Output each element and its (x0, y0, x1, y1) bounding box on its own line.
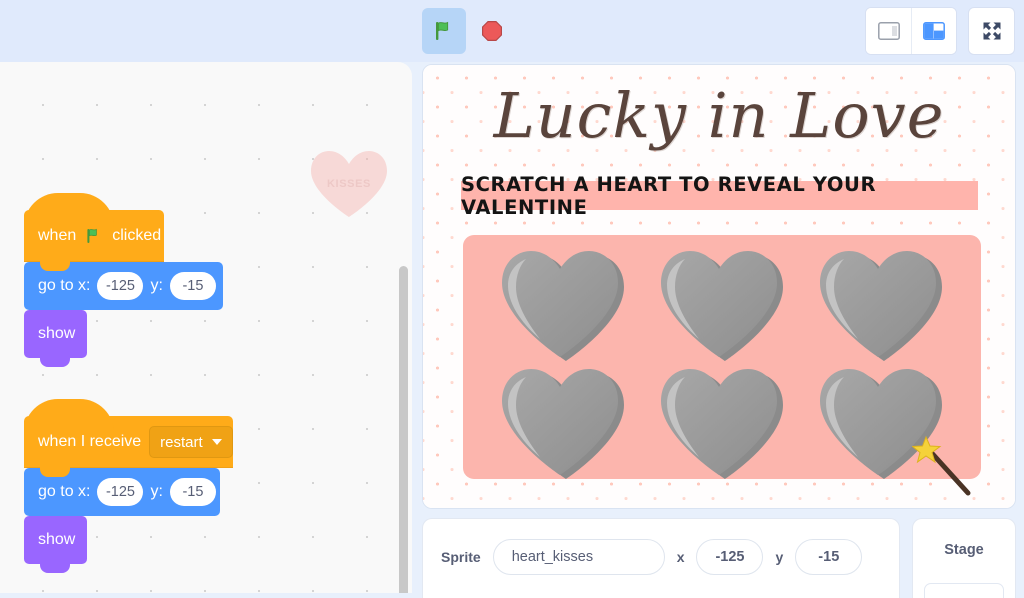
script-when-flag-clicked[interactable]: when clicked go to x: -125 y: -15 show (24, 193, 223, 367)
label-go-to-x: go to x: (38, 483, 91, 500)
stop-sign-icon (481, 20, 502, 41)
large-stage-layout-icon (923, 22, 945, 40)
scratch-heart-grid (463, 235, 981, 479)
fullscreen-button[interactable] (969, 8, 1014, 54)
scratch-heart-panel (463, 235, 981, 479)
code-workspace[interactable]: KISSES when clicked go to x: -125 y: -15… (0, 62, 412, 593)
sprite-info-panel: Sprite heart_kisses x -125 y -15 (422, 518, 900, 598)
script-when-i-receive[interactable]: when I receive restart go to x: -125 y: … (24, 399, 233, 573)
sprite-x-input[interactable]: -125 (696, 539, 764, 575)
block-label-clicked: clicked (112, 227, 162, 244)
broadcast-dropdown-value: restart (160, 433, 203, 451)
sprite-y-label: y (775, 549, 784, 565)
block-label-when: when (38, 227, 77, 244)
sprite-name-label: Sprite (441, 549, 481, 565)
sprite-watermark: KISSES (307, 147, 391, 221)
block-when-i-receive[interactable]: when I receive restart (24, 399, 233, 477)
magic-wand-icon (912, 435, 971, 496)
small-stage-layout-icon (877, 22, 900, 40)
stage-thumbnail[interactable] (924, 583, 1004, 598)
green-flag-icon (87, 228, 98, 243)
small-stage-button[interactable] (866, 8, 911, 54)
sprite-y-input[interactable]: -15 (795, 539, 863, 575)
top-toolbar (0, 0, 1024, 62)
label-y: y: (150, 277, 163, 294)
stage-title-text: Lucky in Love (493, 79, 945, 152)
scratch-heart[interactable] (496, 247, 630, 365)
block-label-when-i-receive: when I receive (38, 433, 142, 450)
stage-banner-text: SCRATCH A HEART TO REVEAL YOUR VALENTINE (461, 173, 978, 219)
label-show: show (38, 531, 76, 548)
block-when-flag-clicked[interactable]: when clicked (24, 193, 164, 271)
run-controls (422, 8, 514, 54)
input-y[interactable]: -15 (169, 478, 216, 506)
input-x[interactable]: -125 (97, 272, 144, 300)
stage-panel-title: Stage (944, 542, 984, 558)
chevron-down-icon (211, 439, 222, 445)
broadcast-dropdown[interactable]: restart (149, 426, 233, 458)
label-y: y: (150, 483, 163, 500)
scratch-heart[interactable] (655, 247, 789, 365)
scratch-heart[interactable] (655, 365, 789, 483)
input-x[interactable]: -125 (97, 478, 144, 506)
block-show[interactable]: show (24, 310, 87, 367)
scratch-heart[interactable] (496, 365, 630, 483)
sprite-x-label: x (676, 549, 685, 565)
code-area-scrollbar[interactable] (399, 266, 408, 593)
sprite-name-input[interactable]: heart_kisses (492, 539, 665, 575)
input-y[interactable]: -15 (169, 272, 216, 300)
stop-button[interactable] (470, 8, 514, 54)
stage-selector-panel[interactable]: Stage (912, 518, 1016, 598)
fullscreen-icon (983, 22, 1000, 40)
stage-canvas[interactable]: Lucky in Love SCRATCH A HEART TO REVEAL … (423, 65, 1015, 508)
large-stage-button[interactable] (911, 8, 956, 54)
watermark-label: KISSES (327, 178, 371, 190)
scratch-heart[interactable] (814, 247, 948, 365)
green-flag-icon (436, 21, 449, 40)
stage-container[interactable]: Lucky in Love SCRATCH A HEART TO REVEAL … (422, 64, 1016, 509)
label-go-to-x: go to x: (38, 277, 91, 294)
stage-size-controls (866, 8, 956, 54)
green-flag-button[interactable] (422, 8, 466, 54)
label-show: show (38, 325, 76, 342)
block-show[interactable]: show (24, 516, 87, 573)
